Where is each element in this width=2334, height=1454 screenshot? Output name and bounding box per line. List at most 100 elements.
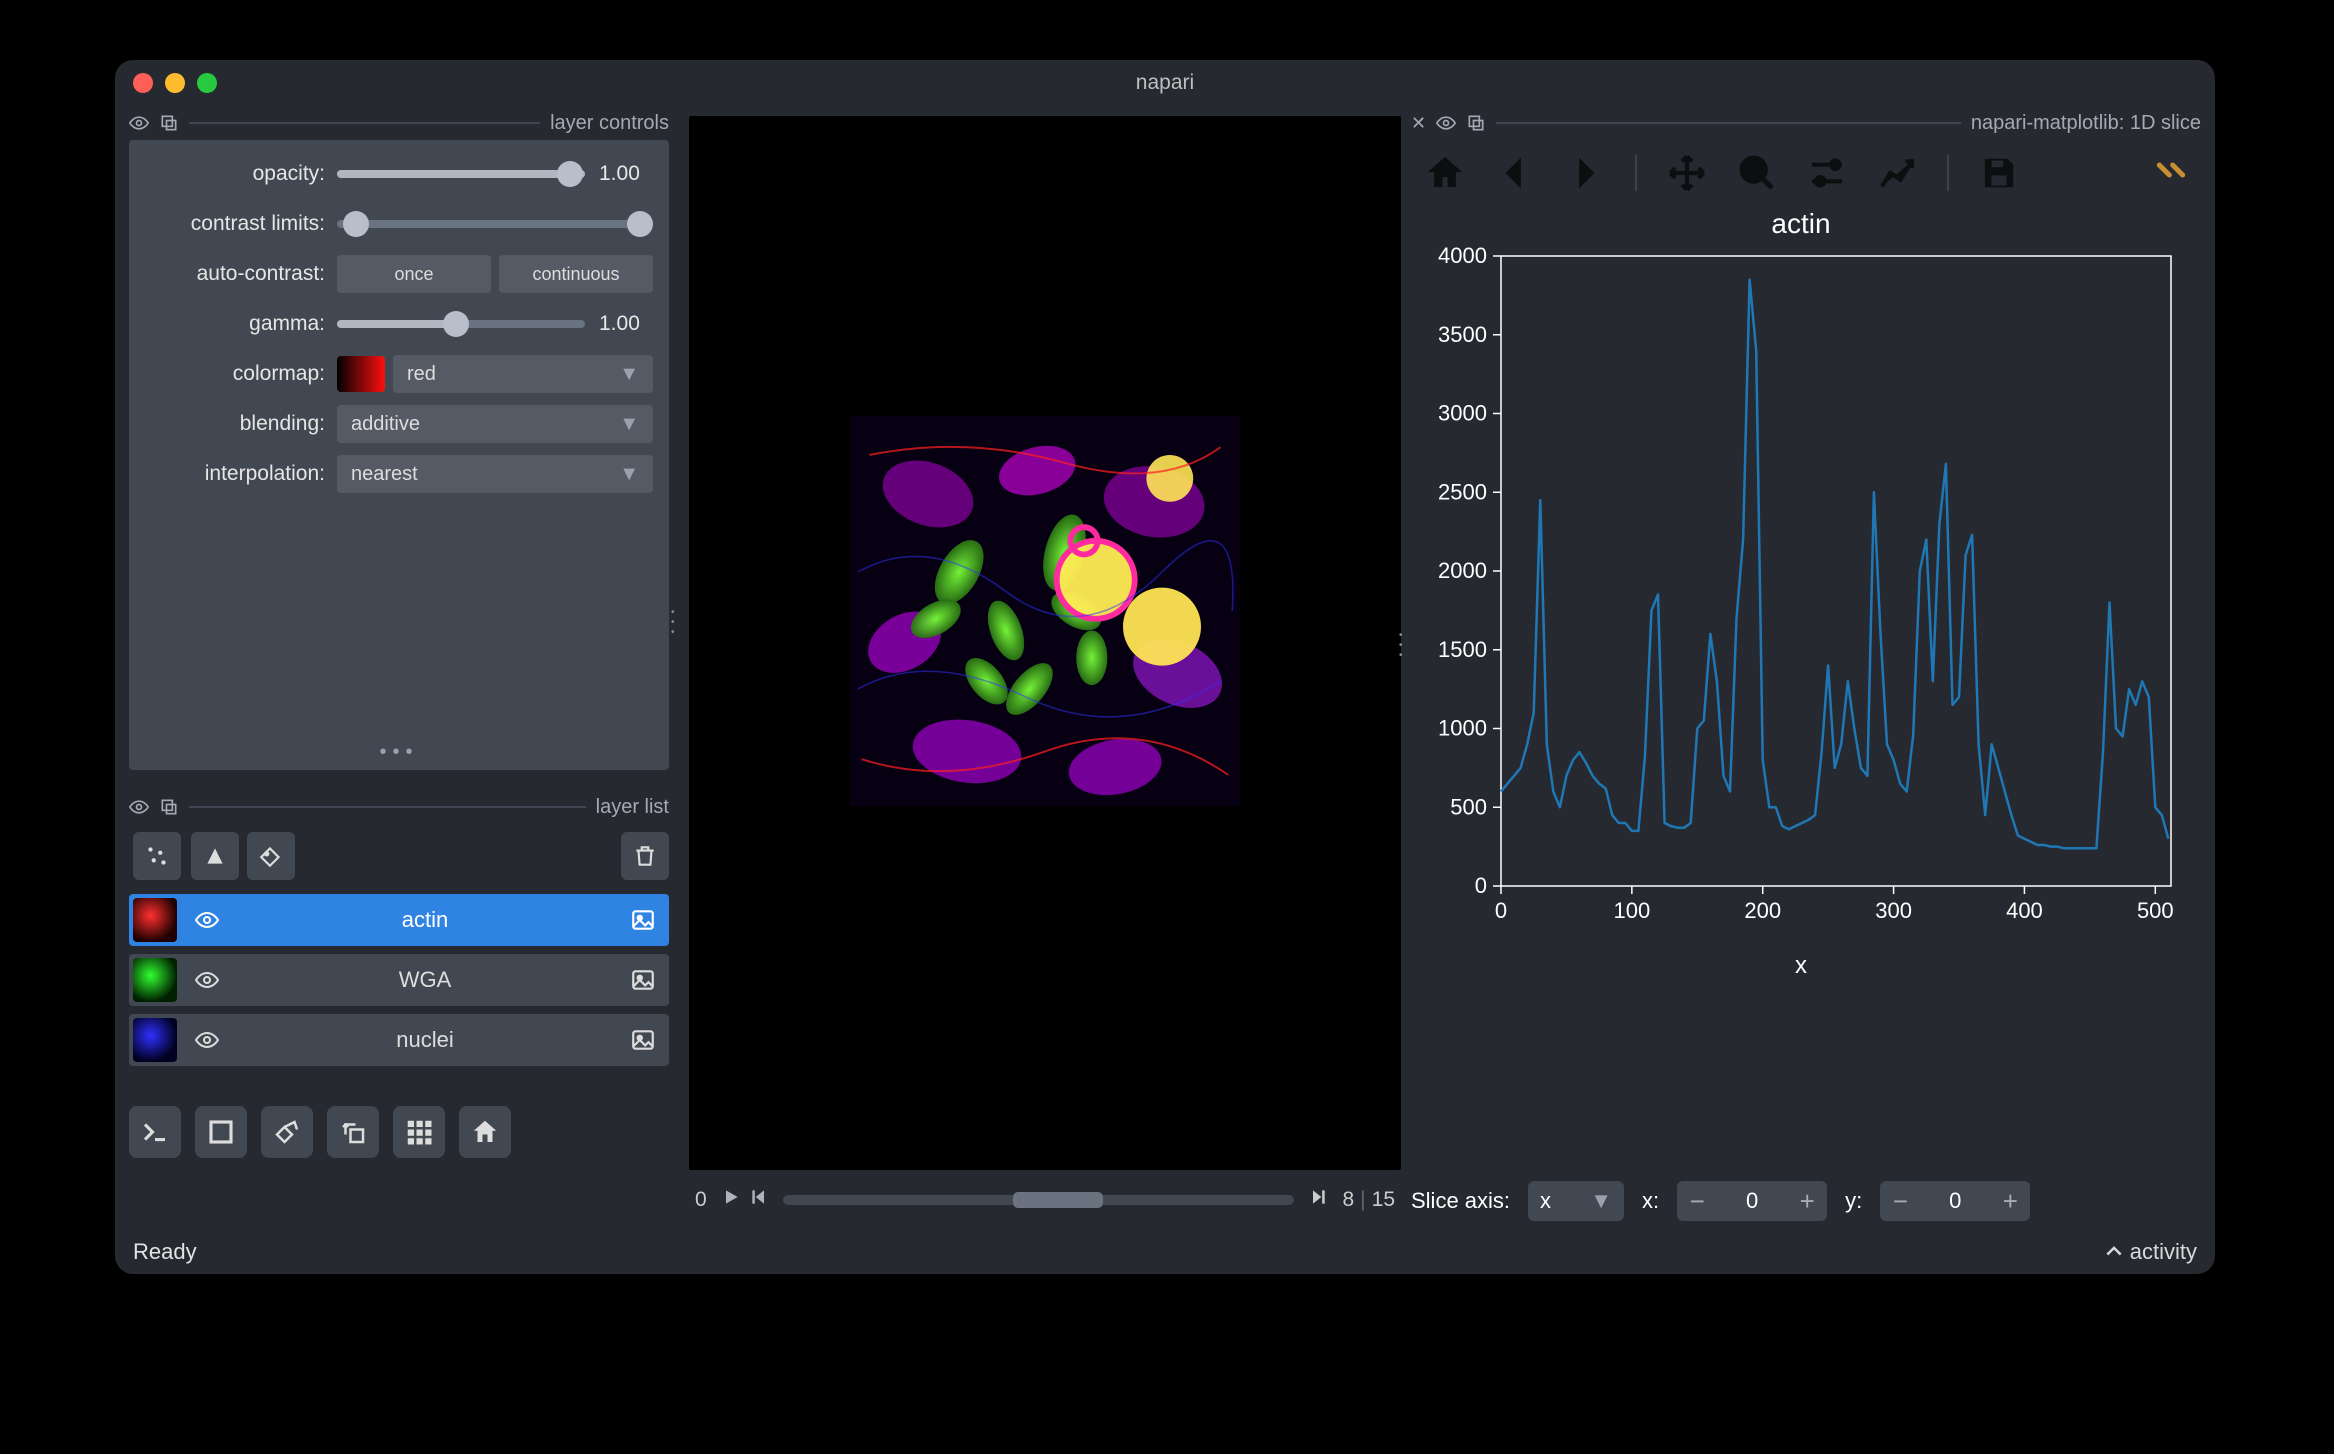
svg-text:100: 100: [1614, 898, 1651, 923]
layer-thumbnail: [133, 898, 177, 942]
mpl-configure-button[interactable]: [1805, 151, 1849, 195]
mpl-expand-button[interactable]: [2151, 150, 2191, 196]
layer-name: nuclei: [233, 1027, 617, 1053]
titlebar: napari: [115, 60, 2215, 106]
layer-row[interactable]: actin: [129, 894, 669, 946]
dims-current: 8: [1342, 1188, 1354, 1212]
ndisplay-2d-button[interactable]: [195, 1106, 247, 1158]
drag-handle-icon[interactable]: •••: [671, 606, 675, 640]
chart-area: actin 0500100015002000250030003500400001…: [1411, 204, 2201, 1156]
mpl-back-button[interactable]: [1493, 151, 1537, 195]
step-left-button[interactable]: [749, 1187, 769, 1213]
mpl-home-button[interactable]: [1423, 151, 1467, 195]
mpl-zoom-button[interactable]: [1735, 151, 1779, 195]
svg-text:400: 400: [2006, 898, 2043, 923]
slice-axis-select[interactable]: x ▼: [1528, 1181, 1624, 1221]
plot-panel-header: ✕ napari-matplotlib: 1D slice: [1411, 106, 2201, 140]
console-button[interactable]: [129, 1106, 181, 1158]
reset-view-button[interactable]: [459, 1106, 511, 1158]
layer-visibility-toggle[interactable]: [181, 908, 233, 932]
activity-button[interactable]: activity: [2104, 1239, 2197, 1265]
plot-panel-title: napari-matplotlib: 1D slice: [1971, 112, 2201, 135]
layer-name: WGA: [233, 967, 617, 993]
mpl-pan-button[interactable]: [1665, 151, 1709, 195]
layer-visibility-toggle[interactable]: [181, 1028, 233, 1052]
contrast-limits-slider[interactable]: [337, 220, 653, 228]
chevron-down-icon: ▼: [1590, 1188, 1612, 1214]
opacity-label: opacity:: [145, 162, 325, 186]
more-dots-icon[interactable]: •••: [129, 741, 669, 764]
viewer-toolbar: [129, 1106, 669, 1158]
auto-contrast-once-button[interactable]: once: [337, 255, 491, 293]
slice-y-stepper[interactable]: − 0 +: [1880, 1181, 2030, 1221]
layer-thumbnail: [133, 958, 177, 1002]
blending-label: blending:: [145, 412, 325, 436]
layer-row[interactable]: WGA: [129, 954, 669, 1006]
plus-icon[interactable]: +: [1787, 1182, 1827, 1220]
right-column: ••• ✕ napari-matplotlib: 1D slice: [1411, 106, 2201, 1230]
svg-text:500: 500: [2137, 898, 2174, 923]
minus-icon[interactable]: −: [1880, 1182, 1920, 1220]
mpl-save-button[interactable]: [1977, 151, 2021, 195]
slice-x-stepper[interactable]: − 0 +: [1677, 1181, 1827, 1221]
interpolation-select[interactable]: nearest ▼: [337, 455, 653, 493]
layer-list-header: layer list: [129, 790, 669, 824]
blending-select[interactable]: additive ▼: [337, 405, 653, 443]
minus-icon[interactable]: −: [1677, 1182, 1717, 1220]
opacity-slider[interactable]: [337, 170, 585, 178]
eye-icon[interactable]: [129, 113, 149, 133]
mpl-edit-button[interactable]: [1875, 151, 1919, 195]
plus-icon[interactable]: +: [1990, 1182, 2030, 1220]
svg-text:2500: 2500: [1438, 479, 1487, 504]
new-labels-layer-button[interactable]: [247, 832, 295, 880]
colormap-select[interactable]: red ▼: [393, 355, 653, 393]
play-button[interactable]: [721, 1187, 741, 1213]
slice-x-label: x:: [1642, 1188, 1659, 1214]
dims-total: 15: [1372, 1188, 1395, 1212]
svg-text:3500: 3500: [1438, 322, 1487, 347]
dims-index: 0: [695, 1188, 707, 1212]
auto-contrast-continuous-button[interactable]: continuous: [499, 255, 653, 293]
status-text: Ready: [133, 1239, 197, 1265]
popout-icon[interactable]: [1466, 113, 1486, 133]
roll-dims-button[interactable]: [261, 1106, 313, 1158]
popout-icon[interactable]: [159, 113, 179, 133]
layer-name: actin: [233, 907, 617, 933]
mpl-forward-button[interactable]: [1563, 151, 1607, 195]
svg-text:300: 300: [1875, 898, 1912, 923]
layer-row[interactable]: nuclei: [129, 1014, 669, 1066]
grid-view-button[interactable]: [393, 1106, 445, 1158]
dims-counter: 8 | 15: [1342, 1188, 1395, 1212]
layer-visibility-toggle[interactable]: [181, 968, 233, 992]
chevron-down-icon: ▼: [619, 463, 639, 486]
image-layer-icon: [617, 1027, 669, 1053]
delete-layer-button[interactable]: [621, 832, 669, 880]
interpolation-label: interpolation:: [145, 462, 325, 486]
popout-icon[interactable]: [159, 797, 179, 817]
dims-slider[interactable]: [783, 1195, 1295, 1205]
layer-list: actin WGA nuclei: [129, 894, 669, 1066]
eye-icon[interactable]: [129, 797, 149, 817]
new-points-layer-button[interactable]: [133, 832, 181, 880]
svg-text:0: 0: [1495, 898, 1507, 923]
gamma-slider[interactable]: [337, 320, 585, 328]
status-bar: Ready activity: [115, 1230, 2215, 1274]
contrast-limits-label: contrast limits:: [145, 212, 325, 236]
layer-thumbnail: [133, 1018, 177, 1062]
drag-handle-icon[interactable]: •••: [1399, 629, 1403, 663]
layer-controls-header: layer controls: [129, 106, 669, 140]
image-layer-icon: [617, 967, 669, 993]
viewer-canvas[interactable]: [689, 116, 1401, 1170]
new-shapes-layer-button[interactable]: [191, 832, 239, 880]
line-chart[interactable]: 0500100015002000250030003500400001002003…: [1411, 246, 2191, 946]
chevron-down-icon: ▼: [619, 413, 639, 436]
slice-y-label: y:: [1845, 1188, 1862, 1214]
image-layer-icon: [617, 907, 669, 933]
auto-contrast-label: auto-contrast:: [145, 262, 325, 286]
svg-text:2000: 2000: [1438, 558, 1487, 583]
step-right-button[interactable]: [1308, 1187, 1328, 1213]
transpose-dims-button[interactable]: [327, 1106, 379, 1158]
eye-icon[interactable]: [1436, 113, 1456, 133]
gamma-label: gamma:: [145, 312, 325, 336]
close-panel-button[interactable]: ✕: [1411, 113, 1426, 134]
